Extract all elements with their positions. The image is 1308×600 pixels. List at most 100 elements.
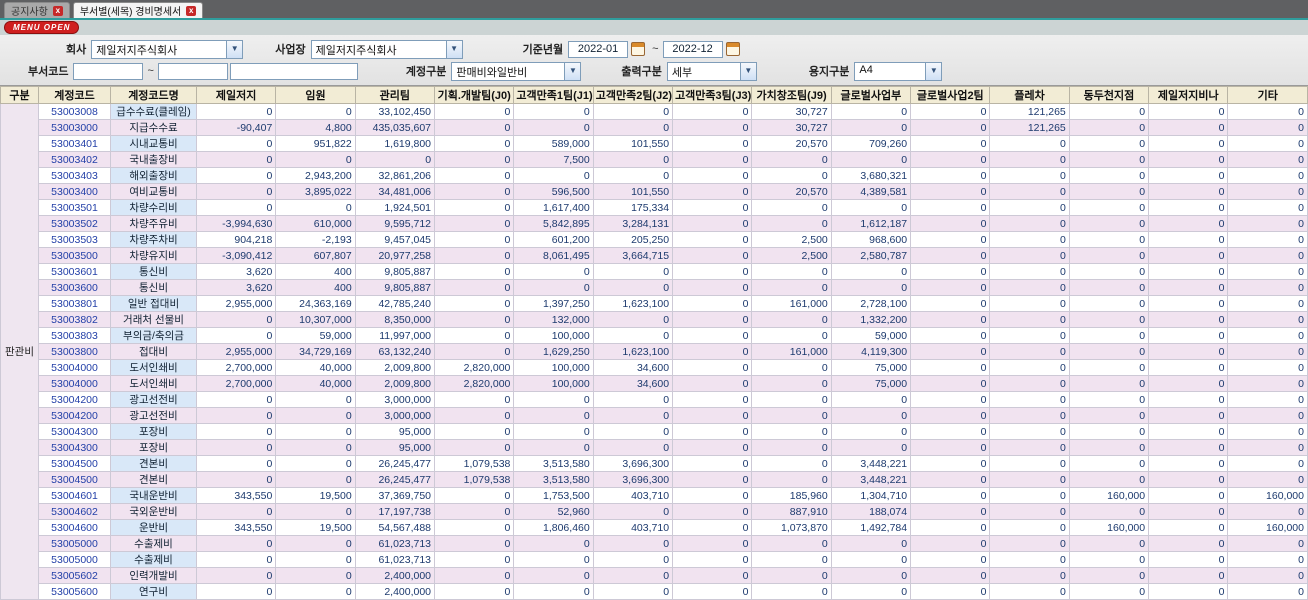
- amount-cell[interactable]: 0: [1149, 504, 1228, 520]
- amount-cell[interactable]: 0: [911, 488, 990, 504]
- amount-cell[interactable]: 343,550: [197, 520, 276, 536]
- amount-cell[interactable]: 0: [673, 584, 752, 600]
- account-code-cell[interactable]: 53003503: [39, 232, 111, 248]
- amount-cell[interactable]: 607,807: [276, 248, 355, 264]
- account-code-cell[interactable]: 53005000: [39, 552, 111, 568]
- table-row[interactable]: 53003600통신비3,6204009,805,88700000000000: [1, 280, 1308, 296]
- table-row[interactable]: 53003402국내출장비00007,500000000000: [1, 152, 1308, 168]
- amount-cell[interactable]: 0: [1149, 280, 1228, 296]
- amount-cell[interactable]: 121,265: [990, 104, 1069, 120]
- amount-cell[interactable]: 0: [990, 344, 1069, 360]
- amount-cell[interactable]: 0: [1228, 568, 1308, 584]
- amount-cell[interactable]: 0: [673, 200, 752, 216]
- amount-cell[interactable]: 0: [1149, 568, 1228, 584]
- amount-cell[interactable]: 0: [197, 456, 276, 472]
- amount-cell[interactable]: 20,570: [752, 136, 831, 152]
- amount-cell[interactable]: 0: [435, 392, 514, 408]
- dept-code-to-input[interactable]: [158, 63, 228, 80]
- amount-cell[interactable]: 0: [752, 568, 831, 584]
- table-row[interactable]: 53005000수출제비0061,023,71300000000000: [1, 552, 1308, 568]
- amount-cell[interactable]: 0: [1069, 232, 1148, 248]
- amount-cell[interactable]: 0: [1149, 360, 1228, 376]
- account-code-cell[interactable]: 53004601: [39, 488, 111, 504]
- amount-cell[interactable]: 0: [752, 440, 831, 456]
- amount-cell[interactable]: 3,620: [197, 280, 276, 296]
- table-row[interactable]: 53003503차량주차비904,218-2,1939,457,0450601,…: [1, 232, 1308, 248]
- account-name-cell[interactable]: 국내출장비: [111, 152, 197, 168]
- amount-cell[interactable]: 1,753,500: [514, 488, 593, 504]
- amount-cell[interactable]: 0: [990, 312, 1069, 328]
- amount-cell[interactable]: 0: [435, 552, 514, 568]
- amount-cell[interactable]: 0: [276, 568, 355, 584]
- amount-cell[interactable]: 175,334: [593, 200, 672, 216]
- amount-cell[interactable]: 0: [1069, 360, 1148, 376]
- amount-cell[interactable]: 0: [911, 296, 990, 312]
- amount-cell[interactable]: 0: [911, 440, 990, 456]
- amount-cell[interactable]: 0: [1228, 152, 1308, 168]
- amount-cell[interactable]: 3,513,580: [514, 472, 593, 488]
- amount-cell[interactable]: 26,245,477: [355, 456, 434, 472]
- amount-cell[interactable]: 0: [1149, 120, 1228, 136]
- tab-close-icon[interactable]: x: [53, 6, 63, 16]
- amount-cell[interactable]: 0: [1069, 200, 1148, 216]
- account-name-cell[interactable]: 견본비: [111, 456, 197, 472]
- amount-cell[interactable]: 0: [1149, 392, 1228, 408]
- amount-cell[interactable]: 75,000: [831, 360, 910, 376]
- amount-cell[interactable]: 0: [1149, 536, 1228, 552]
- amount-cell[interactable]: 0: [752, 168, 831, 184]
- amount-cell[interactable]: 0: [435, 264, 514, 280]
- amount-cell[interactable]: 33,102,450: [355, 104, 434, 120]
- account-code-cell[interactable]: 53003801: [39, 296, 111, 312]
- amount-cell[interactable]: 589,000: [514, 136, 593, 152]
- amount-cell[interactable]: 0: [435, 280, 514, 296]
- amount-cell[interactable]: 0: [197, 552, 276, 568]
- amount-cell[interactable]: 0: [514, 120, 593, 136]
- amount-cell[interactable]: 0: [435, 408, 514, 424]
- amount-cell[interactable]: 596,500: [514, 184, 593, 200]
- amount-cell[interactable]: 0: [1149, 376, 1228, 392]
- amount-cell[interactable]: 968,600: [831, 232, 910, 248]
- amount-cell[interactable]: 0: [990, 392, 1069, 408]
- amount-cell[interactable]: 0: [752, 584, 831, 600]
- amount-cell[interactable]: 59,000: [831, 328, 910, 344]
- amount-cell[interactable]: 1,492,784: [831, 520, 910, 536]
- account-code-cell[interactable]: 53003803: [39, 328, 111, 344]
- amount-cell[interactable]: 0: [673, 312, 752, 328]
- amount-cell[interactable]: 0: [752, 552, 831, 568]
- chevron-down-icon[interactable]: ▼: [564, 63, 580, 80]
- amount-cell[interactable]: 0: [911, 552, 990, 568]
- amount-cell[interactable]: 32,861,206: [355, 168, 434, 184]
- amount-cell[interactable]: 0: [1069, 424, 1148, 440]
- amount-cell[interactable]: 0: [276, 536, 355, 552]
- amount-cell[interactable]: 0: [673, 360, 752, 376]
- amount-cell[interactable]: 0: [1228, 424, 1308, 440]
- amount-cell[interactable]: 0: [514, 392, 593, 408]
- account-code-cell[interactable]: 53005602: [39, 568, 111, 584]
- amount-cell[interactable]: 0: [990, 232, 1069, 248]
- amount-cell[interactable]: 2,009,800: [355, 360, 434, 376]
- amount-cell[interactable]: 0: [435, 568, 514, 584]
- amount-cell[interactable]: 0: [1228, 552, 1308, 568]
- amount-cell[interactable]: 0: [673, 280, 752, 296]
- amount-cell[interactable]: 0: [1069, 152, 1148, 168]
- account-name-cell[interactable]: 견본비: [111, 472, 197, 488]
- amount-cell[interactable]: 0: [673, 168, 752, 184]
- chevron-down-icon[interactable]: ▼: [226, 41, 242, 58]
- amount-cell[interactable]: 95,000: [355, 440, 434, 456]
- amount-cell[interactable]: 0: [673, 328, 752, 344]
- amount-cell[interactable]: 0: [1149, 408, 1228, 424]
- amount-cell[interactable]: 0: [911, 584, 990, 600]
- amount-cell[interactable]: 0: [197, 504, 276, 520]
- amount-cell[interactable]: 0: [911, 504, 990, 520]
- amount-cell[interactable]: 0: [435, 328, 514, 344]
- amount-cell[interactable]: 0: [752, 200, 831, 216]
- account-code-cell[interactable]: 53004000: [39, 376, 111, 392]
- account-code-cell[interactable]: 53004500: [39, 472, 111, 488]
- amount-cell[interactable]: 0: [911, 328, 990, 344]
- amount-cell[interactable]: 0: [197, 200, 276, 216]
- amount-cell[interactable]: 0: [1069, 504, 1148, 520]
- amount-cell[interactable]: 0: [831, 392, 910, 408]
- amount-cell[interactable]: 0: [990, 184, 1069, 200]
- amount-cell[interactable]: 0: [197, 424, 276, 440]
- amount-cell[interactable]: 24,363,169: [276, 296, 355, 312]
